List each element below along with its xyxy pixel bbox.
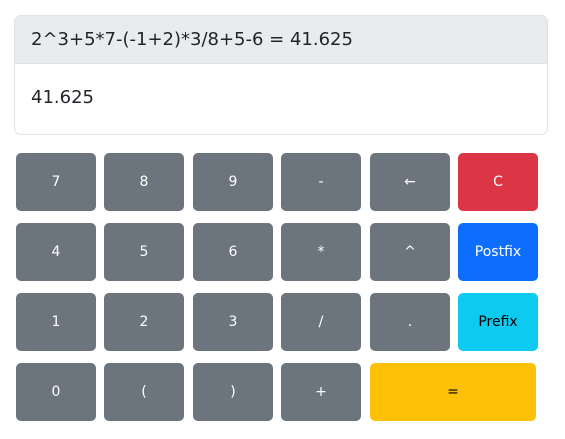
key-0[interactable]: 0 bbox=[16, 363, 96, 421]
key-left-paren[interactable]: ( bbox=[104, 363, 184, 421]
key-6[interactable]: 6 bbox=[193, 223, 273, 281]
key-plus[interactable]: + bbox=[281, 363, 361, 421]
key-5[interactable]: 5 bbox=[104, 223, 184, 281]
key-4[interactable]: 4 bbox=[16, 223, 96, 281]
prefix-button[interactable]: Prefix bbox=[458, 293, 538, 351]
key-right-paren[interactable]: ) bbox=[193, 363, 273, 421]
key-8[interactable]: 8 bbox=[104, 153, 184, 211]
key-decimal[interactable]: . bbox=[370, 293, 450, 351]
result-display: 41.625 bbox=[31, 86, 94, 108]
key-3[interactable]: 3 bbox=[193, 293, 273, 351]
key-1[interactable]: 1 bbox=[16, 293, 96, 351]
key-multiply[interactable]: * bbox=[281, 223, 361, 281]
expression-display: 2^3+5*7-(-1+2)*3/8+5-6 = 41.625 bbox=[15, 16, 547, 64]
backspace-button[interactable]: ← bbox=[370, 153, 450, 211]
clear-button[interactable]: C bbox=[458, 153, 538, 211]
calculator-app: 2^3+5*7-(-1+2)*3/8+5-6 = 41.625 41.625 7… bbox=[0, 0, 565, 439]
key-minus[interactable]: - bbox=[281, 153, 361, 211]
key-7[interactable]: 7 bbox=[16, 153, 96, 211]
key-2[interactable]: 2 bbox=[104, 293, 184, 351]
postfix-button[interactable]: Postfix bbox=[458, 223, 538, 281]
equals-button[interactable]: = bbox=[370, 363, 536, 421]
key-power[interactable]: ^ bbox=[370, 223, 450, 281]
key-9[interactable]: 9 bbox=[193, 153, 273, 211]
key-divide[interactable]: / bbox=[281, 293, 361, 351]
display-card: 2^3+5*7-(-1+2)*3/8+5-6 = 41.625 41.625 bbox=[14, 15, 548, 135]
